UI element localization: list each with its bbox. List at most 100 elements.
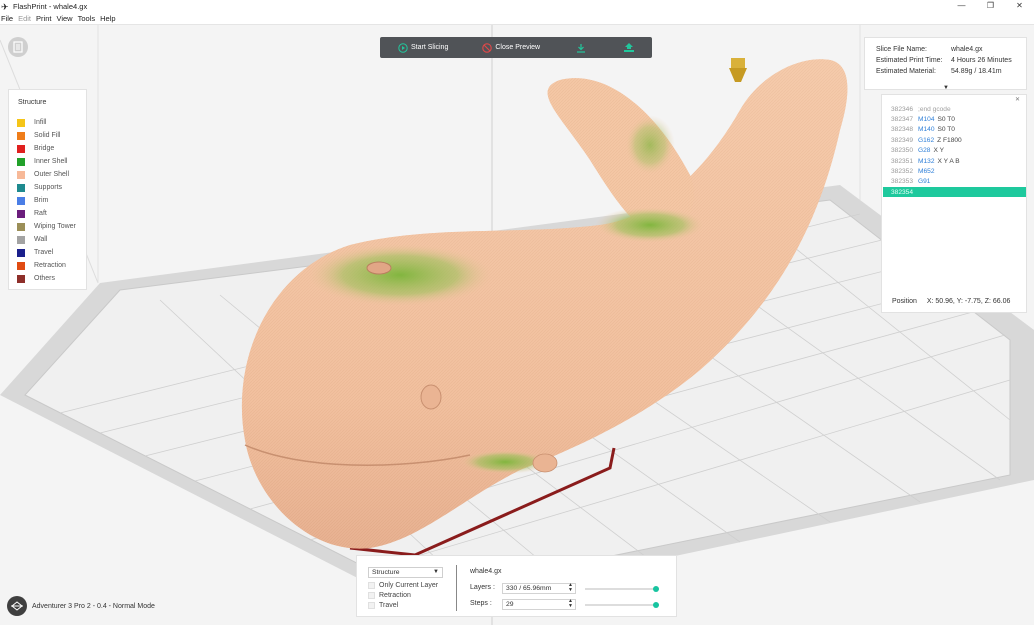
steps-spinbox[interactable]: 29 ▲ ▼	[502, 599, 576, 610]
estimated-print-time-row: Estimated Print Time: 4 Hours 26 Minutes	[876, 57, 1012, 64]
gcode-command: M104	[918, 115, 935, 123]
legend-swatch	[17, 209, 25, 218]
prohibited-icon	[482, 42, 493, 53]
only-current-layer-checkbox[interactable]: Only Current Layer	[368, 582, 438, 589]
steps-slider-thumb[interactable]	[653, 602, 659, 608]
legend-item: Others	[17, 274, 55, 283]
close-icon[interactable]: ✕	[1015, 96, 1020, 103]
menu-help[interactable]: Help	[100, 14, 115, 23]
close-window-icon[interactable]: ✕	[1005, 0, 1034, 13]
structure-legend: Structure Infill Solid Fill Bridge Inner Sh…	[8, 89, 87, 290]
gcode-line[interactable]: 382350 G28 X Y	[883, 146, 1026, 156]
gcode-line[interactable]: 382349 G162 Z F1800	[883, 135, 1026, 145]
menu-edit[interactable]: Edit	[18, 14, 31, 23]
gcode-args: X Y	[933, 147, 944, 155]
layer-control-panel: Structure ▼ Only Current Layer Retractio…	[356, 555, 677, 617]
spinner-arrows-icon[interactable]: ▲ ▼	[568, 583, 573, 593]
legend-swatch	[17, 131, 25, 140]
document-icon[interactable]	[8, 37, 28, 57]
close-preview-label: Close Preview	[495, 44, 541, 51]
gcode-command: M132	[918, 157, 935, 165]
gcode-command: G162	[918, 136, 935, 144]
position-readout: Position X: 50.96, Y: -7.75, Z: 66.06	[892, 298, 1011, 305]
legend-item: Raft	[17, 209, 47, 218]
upload-icon	[623, 42, 635, 53]
gcode-line[interactable]: 382346 ;end gcode	[883, 104, 1026, 114]
gcode-line-number: 382353	[891, 178, 914, 186]
gcode-line-number: 382352	[891, 167, 914, 175]
preview-toolbar: Start Slicing Close Preview	[380, 37, 652, 58]
legend-item: Wall	[17, 235, 47, 244]
view-mode-select[interactable]: Structure ▼	[368, 567, 443, 578]
gcode-line[interactable]: 382347 M104 S0 T0	[883, 114, 1026, 124]
legend-label: Raft	[34, 210, 47, 217]
chevron-down-icon: ▼	[433, 569, 439, 575]
printer-status-text: Adventurer 3 Pro 2 - 0.4 - Normal Mode	[32, 602, 155, 610]
gcode-line[interactable]: 382353 G91	[883, 177, 1026, 187]
menu-tools[interactable]: Tools	[78, 14, 96, 23]
file-name: whale4.gx	[470, 568, 502, 575]
legend-label: Others	[34, 275, 56, 282]
retraction-checkbox[interactable]: Retraction	[368, 592, 411, 599]
gcode-line-number: 382348	[891, 126, 914, 134]
slice-info-panel: Slice File Name: whale4.gx Estimated Pri…	[864, 37, 1027, 91]
gcode-line[interactable]: 382348 M140 S0 T0	[883, 125, 1026, 135]
window-title: FlashPrint - whale4.gx	[13, 2, 88, 11]
layers-label: Layers :	[470, 584, 495, 591]
legend-swatch	[17, 261, 25, 270]
legend-swatch	[17, 222, 25, 231]
3d-viewport[interactable]	[0, 25, 1034, 625]
start-slicing-label: Start Slicing	[411, 44, 449, 51]
legend-item: Travel	[17, 248, 53, 257]
export-button[interactable]	[576, 37, 589, 58]
steps-slider[interactable]	[585, 602, 659, 608]
printer-connect-icon[interactable]	[7, 596, 27, 616]
gcode-line[interactable]: 382351 M132 X Y A B	[883, 156, 1026, 166]
legend-label: Bridge	[34, 145, 55, 152]
window-controls: — ❐ ✕	[947, 0, 1034, 13]
slice-file-name-row: Slice File Name: whale4.gx	[876, 46, 983, 53]
legend-swatch	[17, 170, 25, 179]
legend-item: Outer Shell	[17, 170, 69, 179]
layers-slider[interactable]	[585, 586, 659, 592]
maximize-icon[interactable]: ❐	[976, 0, 1005, 13]
collapse-caret-icon[interactable]: ▼	[943, 85, 949, 91]
send-to-printer-button[interactable]	[623, 37, 636, 58]
legend-label: Wiping Tower	[34, 223, 76, 230]
close-preview-button[interactable]: Close Preview	[482, 37, 540, 58]
menu-file[interactable]: File	[1, 14, 13, 23]
minimize-icon[interactable]: —	[947, 0, 976, 13]
gcode-command: M140	[918, 126, 935, 134]
layers-slider-thumb[interactable]	[653, 586, 659, 592]
legend-swatch	[17, 118, 25, 127]
legend-label: Supports	[34, 184, 63, 191]
spinner-arrows-icon[interactable]: ▲ ▼	[568, 599, 573, 609]
legend-swatch	[17, 157, 25, 166]
gcode-args: S0 T0	[937, 115, 955, 123]
start-slicing-button[interactable]: Start Slicing	[398, 37, 448, 58]
gcode-args: X Y A B	[937, 157, 960, 165]
legend-swatch	[17, 183, 25, 192]
legend-swatch	[17, 196, 25, 205]
gcode-command: ;end gcode	[918, 105, 951, 113]
legend-item: Inner Shell	[17, 157, 67, 166]
gcode-line[interactable]: 382354	[883, 187, 1026, 198]
legend-swatch	[17, 235, 25, 244]
gcode-line-number: 382351	[891, 157, 914, 165]
build-plate-scene	[0, 25, 1034, 625]
gcode-args: S0 T0	[937, 126, 955, 134]
menu-view[interactable]: View	[56, 14, 72, 23]
gcode-line-number: 382346	[891, 105, 914, 113]
gcode-line[interactable]: 382352 M652	[883, 166, 1026, 176]
gcode-panel: ✕ 382346 ;end gcode 382347 M104 S0 T0 382348 M…	[881, 94, 1027, 313]
legend-label: Inner Shell	[34, 158, 68, 165]
legend-swatch	[17, 144, 25, 153]
legend-label: Solid Fill	[34, 132, 61, 139]
legend-item: Bridge	[17, 144, 54, 153]
legend-label: Outer Shell	[34, 171, 70, 178]
menu-print[interactable]: Print	[36, 14, 51, 23]
layers-spinbox[interactable]: 330 / 65.96mm ▲ ▼	[502, 583, 576, 594]
gcode-command: G91	[918, 178, 931, 186]
travel-checkbox[interactable]: Travel	[368, 602, 398, 609]
flashprint-logo-icon: ✈	[1, 1, 9, 12]
